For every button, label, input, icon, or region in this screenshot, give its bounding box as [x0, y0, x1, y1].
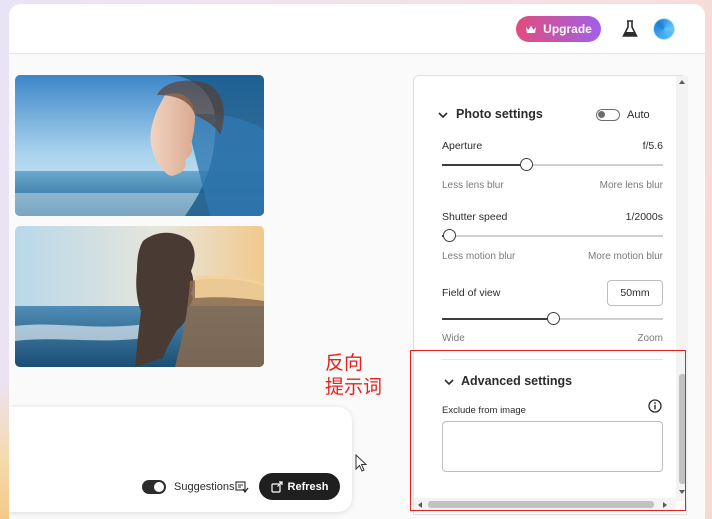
suggestions-label: Suggestions: [174, 481, 235, 493]
aperture-label: Aperture: [442, 140, 483, 152]
aperture-fill: [442, 164, 526, 166]
image-1-art: [15, 75, 264, 216]
annotation-highlight-box: [410, 350, 686, 511]
aperture-max-label: More lens blur: [599, 180, 663, 191]
scroll-up-arrow-icon[interactable]: [679, 80, 685, 84]
user-avatar[interactable]: [653, 18, 675, 40]
fov-handle[interactable]: [546, 312, 560, 325]
suggestions-toggle[interactable]: [142, 480, 166, 494]
field-of-view-input[interactable]: 50mm: [607, 280, 663, 306]
shutter-max-label: More motion blur: [587, 251, 663, 262]
fov-max-label: Zoom: [637, 333, 663, 344]
crown-icon: [526, 25, 537, 33]
aperture-slider[interactable]: [442, 158, 663, 171]
annotation-text: 反向 提示词: [325, 351, 382, 399]
fov-fill: [442, 318, 553, 320]
field-of-view-slider[interactable]: [442, 312, 663, 325]
generated-image-1[interactable]: [15, 75, 264, 216]
flask-icon[interactable]: [622, 20, 638, 38]
photo-settings-title[interactable]: Photo settings: [456, 107, 543, 121]
annotation-line-1: 反向: [325, 352, 364, 374]
auto-label: Auto: [627, 109, 650, 121]
suggestions-icon[interactable]: [235, 480, 249, 494]
refresh-label: Refresh: [287, 480, 329, 493]
aperture-min-label: Less lens blur: [442, 180, 504, 191]
fov-min-label: Wide: [442, 333, 465, 344]
refresh-button[interactable]: Refresh: [259, 473, 340, 500]
aperture-value: f/5.6: [642, 140, 663, 152]
field-of-view-label: Field of view: [442, 287, 501, 299]
annotation-line-2: 提示词: [325, 376, 383, 398]
aperture-handle[interactable]: [519, 158, 533, 171]
top-bar: Upgrade: [9, 4, 705, 54]
shutter-speed-label: Shutter speed: [442, 211, 508, 223]
refresh-icon: [270, 480, 283, 493]
chevron-down-icon[interactable]: [438, 112, 448, 119]
upgrade-button[interactable]: Upgrade: [516, 16, 601, 42]
generated-image-2[interactable]: [15, 226, 264, 367]
prompt-panel: Suggestions Refresh: [9, 407, 352, 512]
image-2-art: [15, 226, 264, 367]
mouse-cursor-icon: [355, 454, 367, 472]
shutter-handle[interactable]: [442, 229, 456, 242]
shutter-speed-slider[interactable]: [442, 229, 663, 242]
shutter-speed-value: 1/2000s: [625, 211, 663, 223]
upgrade-label: Upgrade: [543, 22, 592, 36]
shutter-min-label: Less motion blur: [442, 251, 516, 262]
auto-toggle[interactable]: [596, 109, 620, 121]
